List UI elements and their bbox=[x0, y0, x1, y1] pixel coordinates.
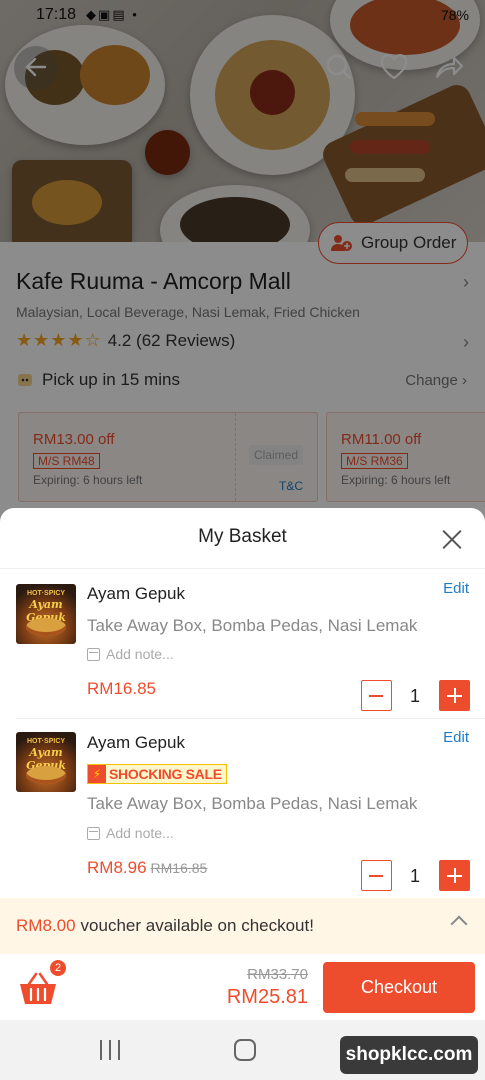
close-icon[interactable] bbox=[441, 528, 463, 550]
basket-title: My Basket bbox=[198, 526, 287, 547]
plus-icon[interactable] bbox=[439, 680, 470, 711]
item-price: RM8.96 bbox=[87, 858, 147, 877]
edit-item-button[interactable]: Edit bbox=[443, 729, 469, 746]
note-icon bbox=[87, 826, 100, 840]
item-options: Take Away Box, Bomba Pedas, Nasi Lemak bbox=[87, 794, 418, 813]
quantity-value: 1 bbox=[409, 866, 420, 886]
item-original-price: RM16.85 bbox=[150, 860, 208, 876]
watermark: shopklcc.com bbox=[340, 1036, 478, 1074]
minus-icon[interactable] bbox=[361, 680, 392, 711]
cart-count-badge: 2 bbox=[50, 960, 66, 976]
shocking-sale-badge: ⚡ SHOCKING SALE bbox=[87, 764, 227, 784]
item-name: Ayam Gepuk bbox=[87, 584, 185, 603]
note-placeholder: Add note... bbox=[106, 646, 174, 662]
original-total: RM33.70 bbox=[247, 966, 308, 983]
edit-item-button[interactable]: Edit bbox=[443, 580, 469, 597]
checkout-bar: 2 RM33.70 RM25.81 Checkout bbox=[0, 954, 485, 1020]
basket-item: HOT·SPICY Ayam Gepuk Ayam Gepuk Edit Tak… bbox=[0, 568, 485, 718]
nav-home-icon[interactable] bbox=[234, 1039, 256, 1061]
basket-sheet: My Basket HOT·SPICY Ayam Gepuk Ayam Gepu… bbox=[0, 508, 485, 1020]
item-options: Take Away Box, Bomba Pedas, Nasi Lemak bbox=[87, 616, 418, 635]
add-note-field[interactable]: Add note... bbox=[87, 825, 174, 841]
minus-icon[interactable] bbox=[361, 860, 392, 891]
note-icon bbox=[87, 647, 100, 661]
basket-icon[interactable] bbox=[18, 970, 58, 1008]
voucher-bar-text: voucher available on checkout! bbox=[80, 916, 314, 935]
plus-icon[interactable] bbox=[439, 860, 470, 891]
thumb-label: HOT·SPICY bbox=[26, 738, 66, 745]
basket-item: HOT·SPICY Ayam Gepuk Ayam Gepuk Edit ⚡ S… bbox=[0, 718, 485, 898]
nav-recent-icon[interactable] bbox=[100, 1040, 120, 1060]
lightning-icon: ⚡ bbox=[88, 765, 106, 783]
item-name: Ayam Gepuk bbox=[87, 733, 185, 752]
item-price: RM16.85 bbox=[87, 679, 156, 698]
thumb-label: HOT·SPICY bbox=[26, 590, 66, 597]
add-note-field[interactable]: Add note... bbox=[87, 646, 174, 662]
item-thumbnail: HOT·SPICY Ayam Gepuk bbox=[16, 732, 76, 792]
item-thumbnail: HOT·SPICY Ayam Gepuk bbox=[16, 584, 76, 644]
note-placeholder: Add note... bbox=[106, 825, 174, 841]
voucher-bar-amount: RM8.00 bbox=[16, 916, 76, 935]
basket-total: RM25.81 bbox=[226, 986, 308, 1008]
item-price-row: RM8.96 RM16.85 bbox=[87, 858, 207, 878]
checkout-button[interactable]: Checkout bbox=[323, 962, 475, 1013]
sale-badge-label: SHOCKING SALE bbox=[109, 766, 222, 782]
chevron-up-icon[interactable] bbox=[450, 915, 468, 933]
quantity-value: 1 bbox=[409, 686, 420, 706]
checkout-voucher-bar[interactable]: RM8.00 voucher available on checkout! bbox=[0, 898, 485, 954]
